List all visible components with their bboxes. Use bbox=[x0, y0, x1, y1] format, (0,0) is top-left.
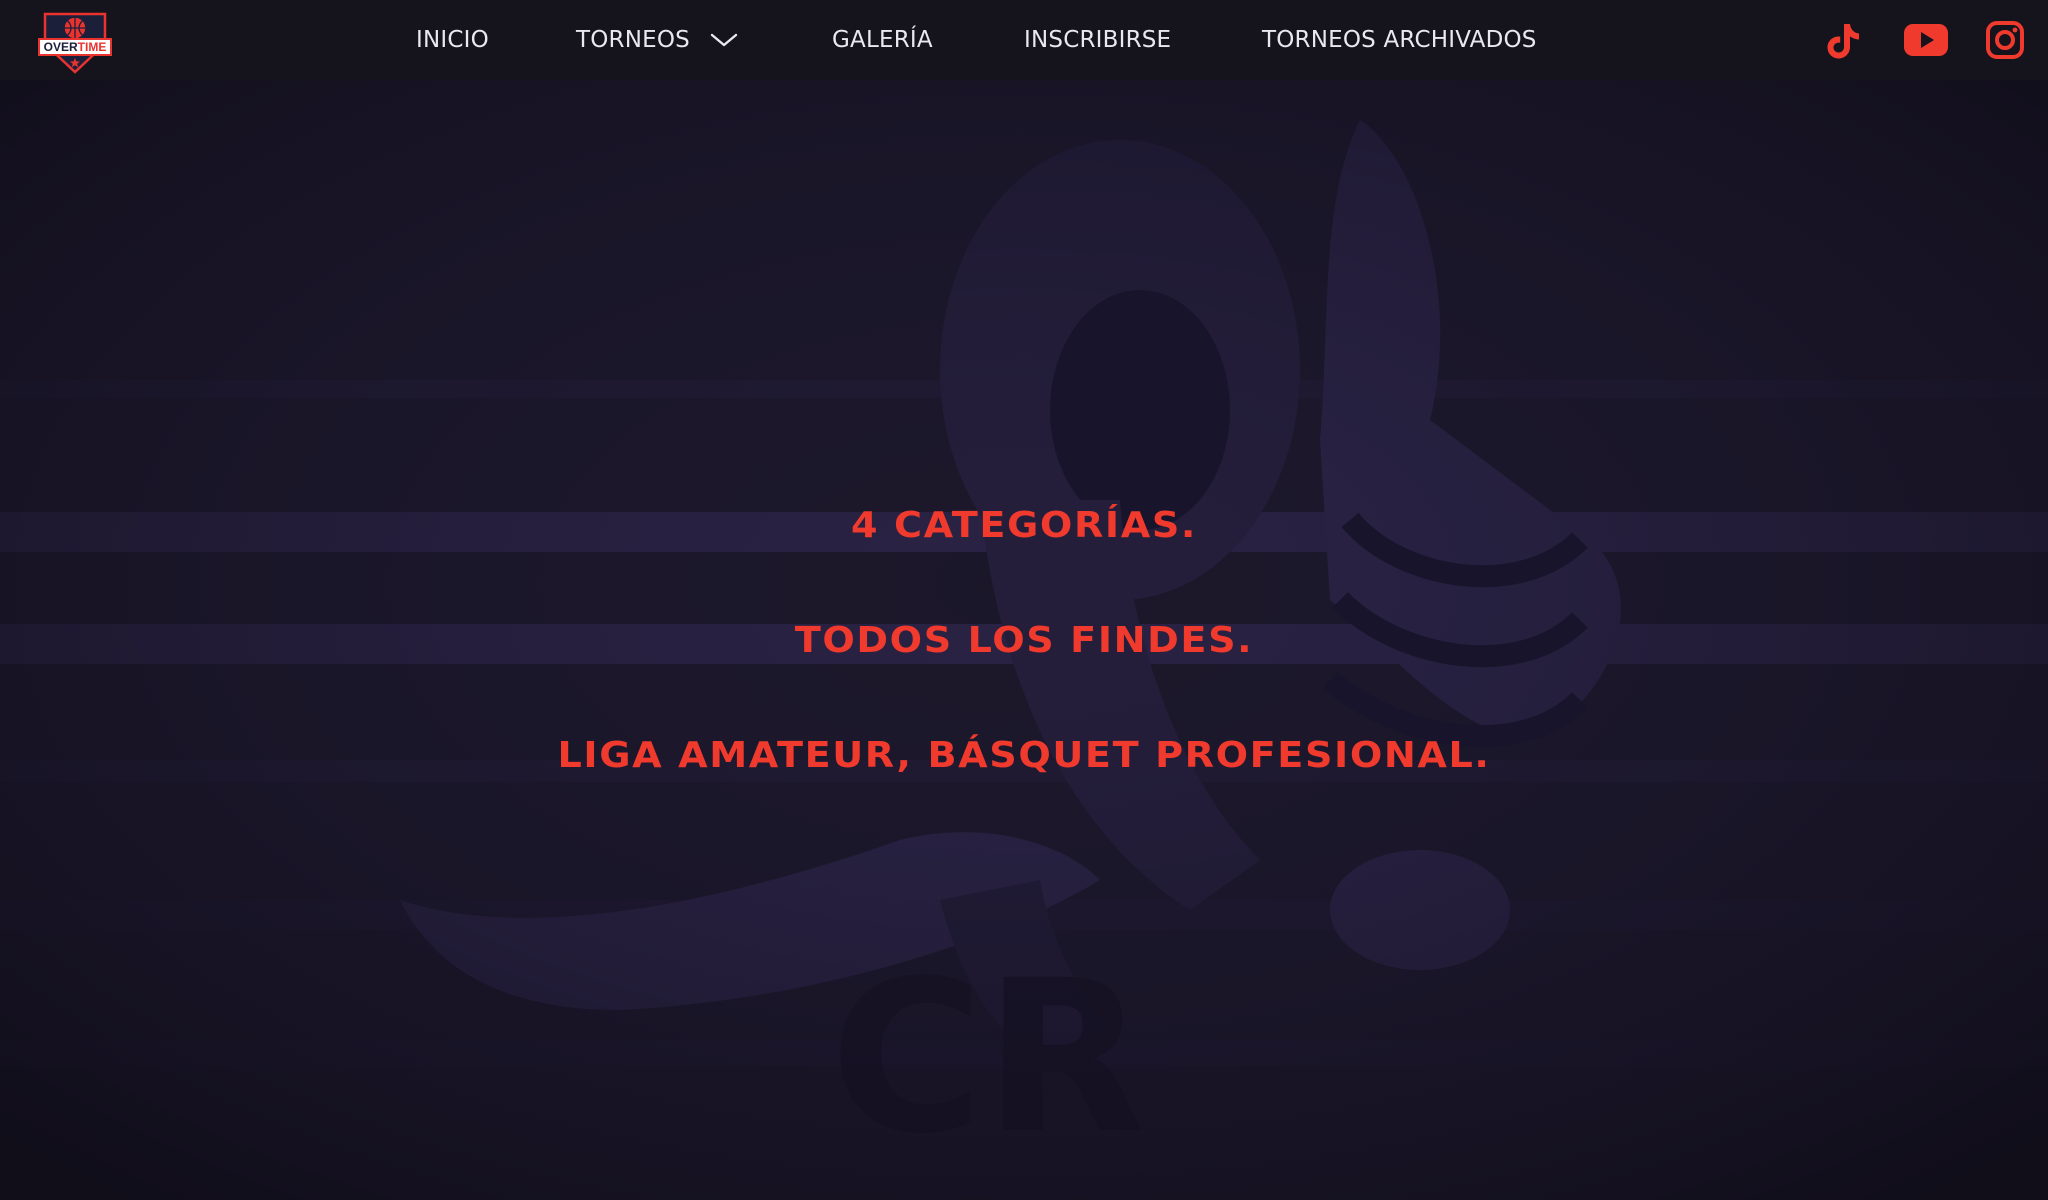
nav-item-torneos[interactable]: TORNEOS bbox=[576, 22, 738, 58]
nav-item-inicio[interactable]: INICIO bbox=[416, 22, 489, 58]
nav-item-label: TORNEOS ARCHIVADOS bbox=[1262, 27, 1537, 53]
chevron-down-icon bbox=[710, 32, 738, 48]
nav-item-label: INICIO bbox=[416, 27, 489, 53]
tiktok-link[interactable] bbox=[1821, 18, 1865, 62]
nav-item-torneos-archivados[interactable]: TORNEOS ARCHIVADOS bbox=[1262, 22, 1537, 58]
page: OVER TIME INICIO TORNEOS GALERÍA INSCRIBI… bbox=[0, 0, 2048, 1200]
hero-line-2: TODOS LOS FINDES. bbox=[794, 620, 1254, 661]
main-nav: INICIO TORNEOS GALERÍA INSCRIBIRSE TORNE… bbox=[0, 0, 2048, 80]
nav-item-label: GALERÍA bbox=[832, 27, 933, 53]
tiktok-icon bbox=[1827, 24, 1859, 59]
nav-item-label: INSCRIBIRSE bbox=[1024, 27, 1172, 53]
hero-section: CR 4 CATEGORÍAS. TODOS LOS FINDES. LIGA … bbox=[0, 80, 2048, 1200]
youtube-link[interactable] bbox=[1902, 18, 1950, 62]
youtube-icon bbox=[1904, 24, 1948, 56]
nav-item-label: TORNEOS bbox=[576, 27, 690, 53]
instagram-icon bbox=[1986, 21, 2024, 59]
hero-line-1: 4 CATEGORÍAS. bbox=[850, 505, 1198, 546]
nav-item-inscribirse[interactable]: INSCRIBIRSE bbox=[1024, 22, 1171, 58]
hero-line-3: LIGA AMATEUR, BÁSQUET PROFESIONAL. bbox=[557, 735, 1491, 776]
instagram-link[interactable] bbox=[1983, 18, 2027, 62]
site-header: OVER TIME INICIO TORNEOS GALERÍA INSCRIBI… bbox=[0, 0, 2048, 80]
nav-item-galeria[interactable]: GALERÍA bbox=[832, 22, 933, 58]
